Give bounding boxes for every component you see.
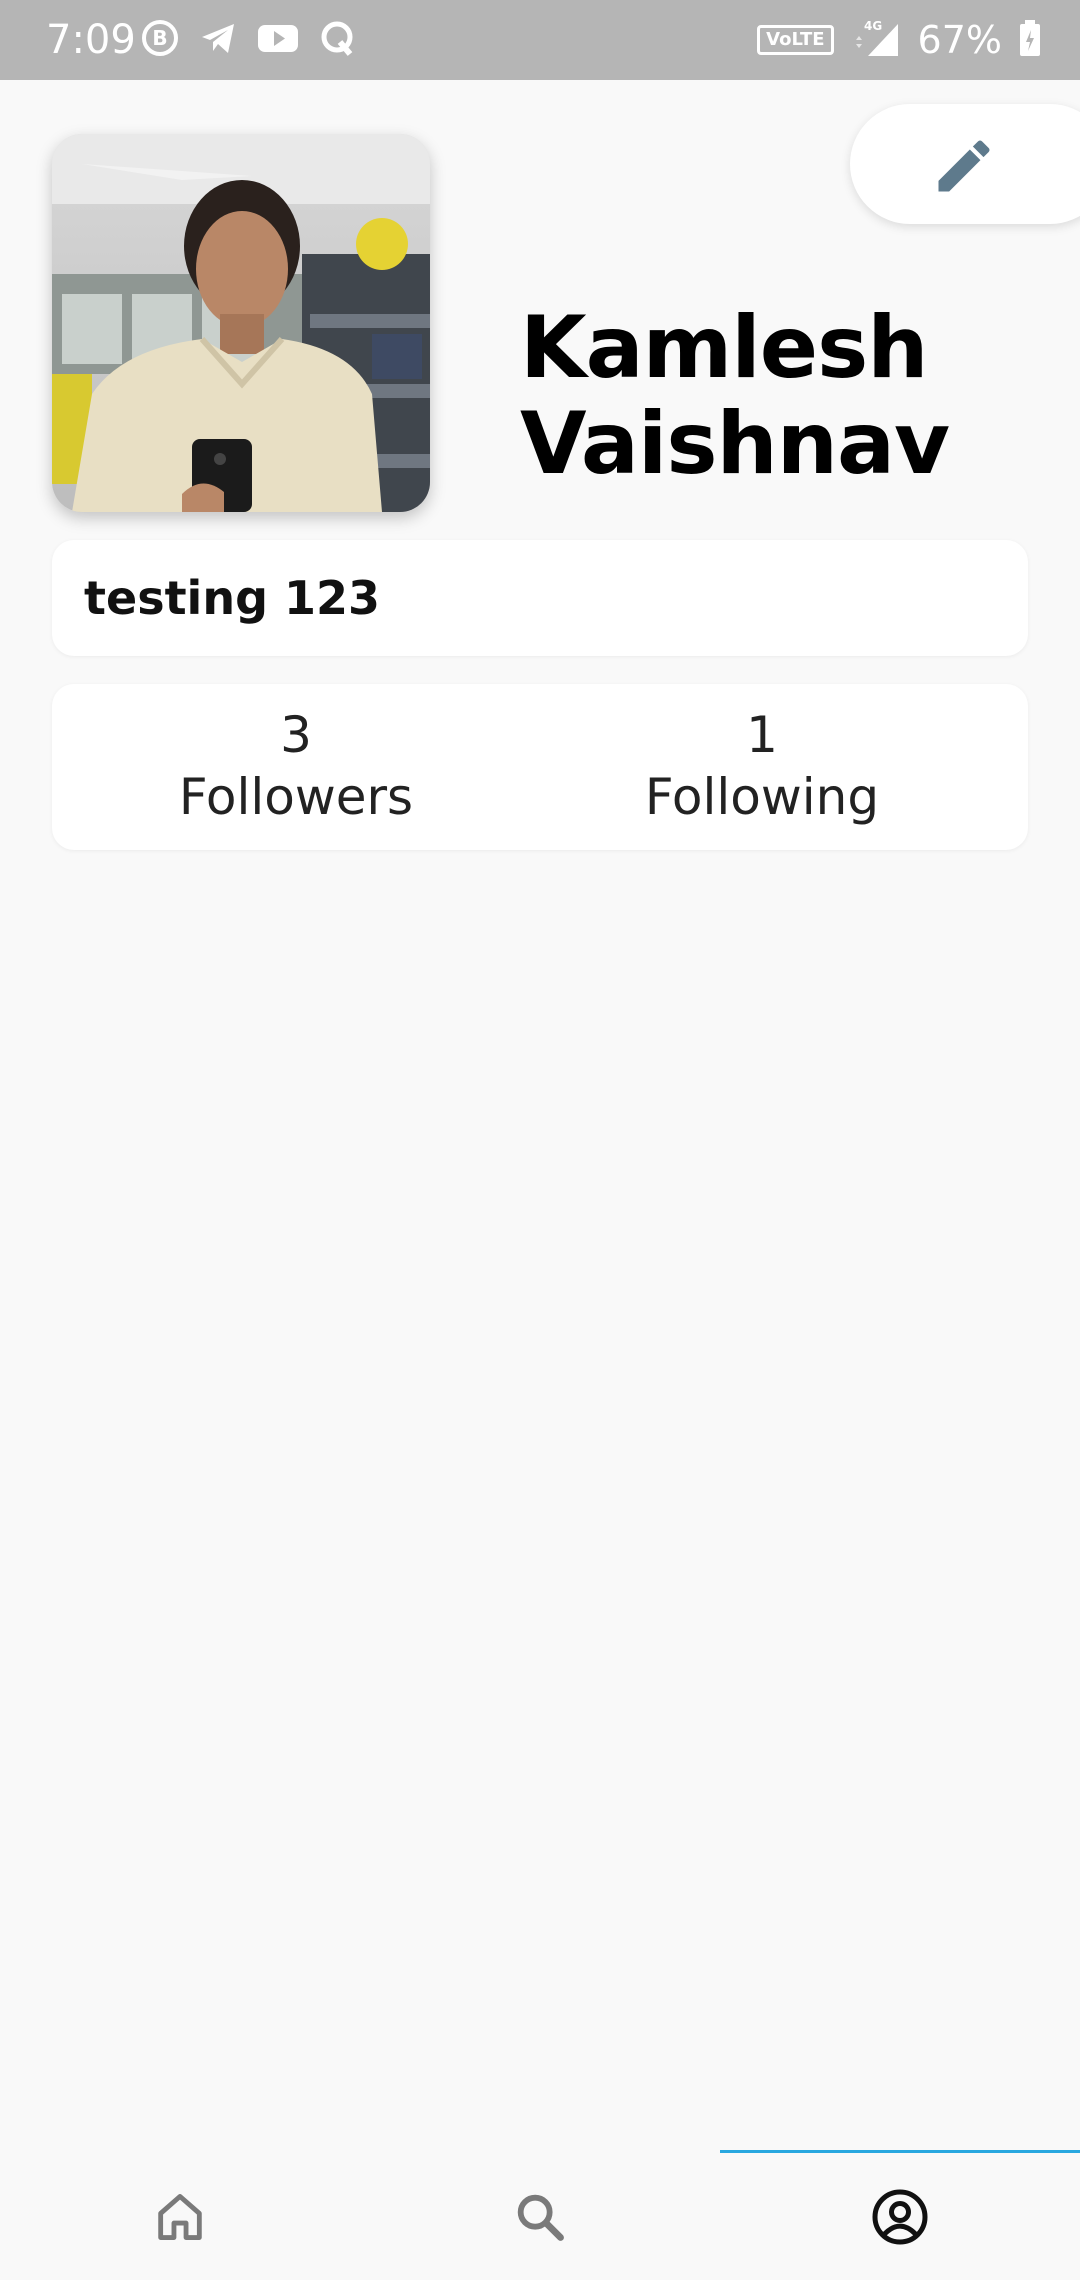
followers-stat[interactable]: 3 Followers (86, 704, 506, 828)
b-badge-icon: B (140, 18, 180, 62)
status-bar: 7:09 B VoLTE 4G 67% (0, 0, 1080, 80)
account-icon (872, 2189, 928, 2244)
stats-card: 3 Followers 1 Following (52, 684, 1028, 850)
q-icon (318, 18, 358, 62)
search-icon (517, 2194, 564, 2241)
following-count: 1 (746, 706, 778, 764)
status-time: 7:09 (46, 17, 136, 63)
youtube-icon (256, 18, 300, 62)
nav-home-tab[interactable] (0, 2153, 360, 2280)
telegram-icon (198, 18, 238, 62)
following-stat[interactable]: 1 Following (552, 704, 972, 828)
nav-profile-tab[interactable] (720, 2153, 1080, 2280)
battery-icon (1018, 18, 1042, 62)
bottom-navigation (0, 2150, 1080, 2280)
notification-icons: B (140, 18, 358, 62)
followers-count: 3 (280, 706, 312, 764)
bio-text: testing 123 (84, 571, 381, 625)
pencil-icon (938, 140, 990, 192)
network-type-label: 4G (864, 19, 882, 33)
edit-profile-button[interactable] (850, 104, 1080, 224)
bio-card: testing 123 (52, 540, 1028, 656)
volte-badge: VoLTE (757, 25, 834, 55)
following-label: Following (644, 768, 880, 826)
signal-icon: 4G (850, 18, 902, 62)
battery-percent: 67% (917, 18, 1002, 62)
nav-search-tab[interactable] (360, 2153, 720, 2280)
profile-photo (52, 134, 430, 512)
home-icon (158, 2193, 202, 2240)
profile-name: Kamlesh Vaishnav (520, 298, 950, 494)
followers-label: Followers (178, 768, 414, 826)
system-status-icons: VoLTE 4G 67% (757, 18, 1042, 62)
svg-text:B: B (152, 26, 167, 50)
